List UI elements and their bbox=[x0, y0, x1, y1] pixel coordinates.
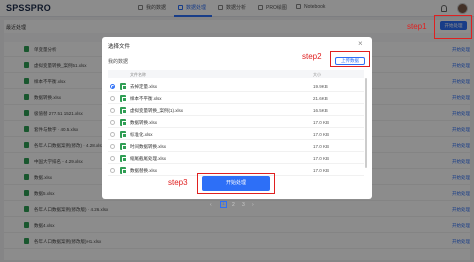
file-table-header bbox=[108, 70, 364, 78]
excel-file-icon bbox=[120, 107, 127, 114]
section-label: 我的数据 bbox=[108, 59, 129, 65]
column-header-name: 文件名称 bbox=[130, 72, 146, 77]
file-name: 样本不平衡.xlsx bbox=[130, 96, 162, 101]
annotation-box-step2 bbox=[330, 51, 370, 67]
file-size: 21.6KB bbox=[313, 96, 328, 101]
file-radio[interactable] bbox=[110, 96, 115, 101]
file-radio[interactable] bbox=[110, 132, 115, 137]
file-radio[interactable] bbox=[110, 156, 115, 161]
annotation-box-step1 bbox=[434, 15, 472, 39]
pagination-next[interactable]: › bbox=[252, 202, 254, 208]
file-row[interactable]: 缩尾截尾处理.xlsx 17.0 KB bbox=[108, 152, 364, 164]
excel-file-icon bbox=[120, 143, 127, 150]
file-name: 时间数据转换.xlsx bbox=[130, 144, 166, 149]
file-radio[interactable] bbox=[110, 168, 115, 173]
file-size: 17.0 KB bbox=[313, 156, 330, 161]
file-name: 数据替换.xlsx bbox=[130, 168, 157, 173]
file-row[interactable]: 去掉定量.xlsx 19.9KB bbox=[108, 80, 364, 92]
file-size: 17.0 KB bbox=[313, 168, 330, 173]
file-name: 去掉定量.xlsx bbox=[130, 84, 157, 89]
file-radio[interactable] bbox=[110, 120, 115, 125]
column-header-size: 大小 bbox=[313, 72, 321, 77]
excel-file-icon bbox=[120, 83, 127, 90]
file-size: 17.0 KB bbox=[313, 132, 330, 137]
annotation-box-step3 bbox=[197, 173, 275, 194]
file-size: 17.0 KB bbox=[313, 120, 330, 125]
file-row[interactable]: 样本不平衡.xlsx 21.6KB bbox=[108, 92, 364, 104]
file-row[interactable]: 标准化.xlsx 17.0 KB bbox=[108, 128, 364, 140]
annotation-step2: step2 bbox=[302, 52, 322, 61]
excel-file-icon bbox=[120, 131, 127, 138]
file-size: 17.0 KB bbox=[313, 144, 330, 149]
file-row[interactable]: 虚拟变量转换_案例(1).xlsx 16.5KB bbox=[108, 104, 364, 116]
excel-file-icon bbox=[120, 119, 127, 126]
file-row[interactable]: 时间数据转换.xlsx 17.0 KB bbox=[108, 140, 364, 152]
close-icon[interactable]: × bbox=[358, 40, 363, 48]
file-size: 16.5KB bbox=[313, 108, 328, 113]
file-radio[interactable] bbox=[110, 108, 115, 113]
file-row[interactable]: 数据转换.xlsx 17.0 KB bbox=[108, 116, 364, 128]
excel-file-icon bbox=[120, 155, 127, 162]
file-size: 19.9KB bbox=[313, 84, 328, 89]
scrollbar[interactable] bbox=[365, 78, 367, 168]
file-name: 虚拟变量转换_案例(1).xlsx bbox=[130, 108, 184, 113]
annotation-step3: step3 bbox=[168, 178, 188, 187]
file-name: 标准化.xlsx bbox=[130, 132, 153, 137]
pagination-page-2[interactable]: 2 bbox=[232, 202, 235, 208]
file-radio[interactable] bbox=[110, 144, 115, 149]
pagination-page-1[interactable]: 1 bbox=[220, 201, 227, 208]
file-radio[interactable] bbox=[110, 84, 115, 89]
pagination-prev[interactable]: ‹ bbox=[210, 202, 212, 208]
annotation-step1: step1 bbox=[407, 22, 427, 31]
file-name: 缩尾截尾处理.xlsx bbox=[130, 156, 166, 161]
dialog-title: 选择文件 bbox=[108, 44, 131, 50]
excel-file-icon bbox=[120, 167, 127, 174]
file-name: 数据转换.xlsx bbox=[130, 120, 157, 125]
excel-file-icon bbox=[120, 95, 127, 102]
pagination-page-3[interactable]: 3 bbox=[242, 202, 245, 208]
